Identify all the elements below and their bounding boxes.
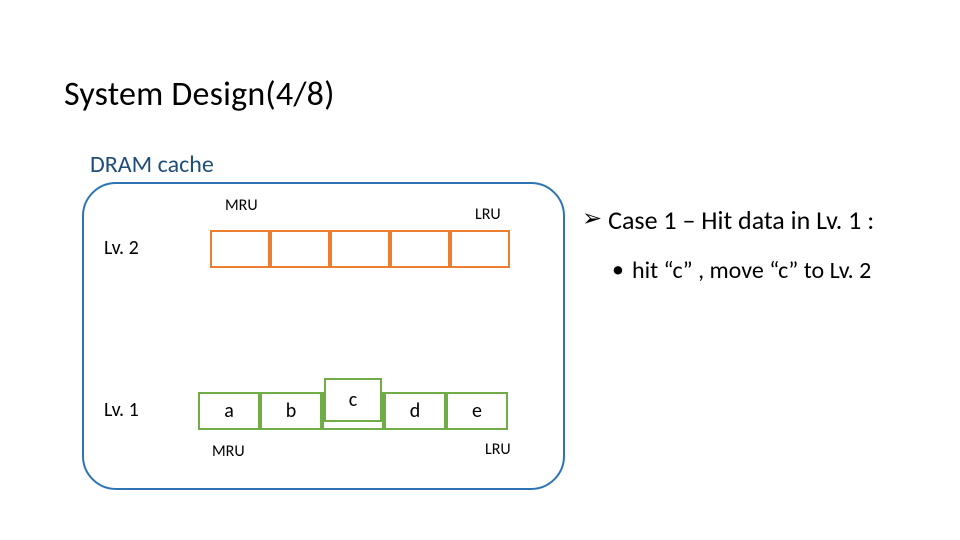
hit-text: hit “c” , move “c” to Lv. 2 [632,256,871,285]
case-line: ➢ Case 1 – Hit data in Lv. 1 : [582,204,942,236]
lv1-cell-b: b [260,392,322,430]
lv1-cell-e: e [446,392,508,430]
slide-subtitle: DRAM cache [90,150,214,179]
slide-title: System Design(4/8) [64,74,335,115]
lv1-cell-a: a [198,392,260,430]
bullet-icon: • [612,256,624,285]
lv2-cell [210,230,270,268]
lv2-cell [450,230,510,268]
lru-label-bottom: LRU [485,440,511,459]
hit-line: • hit “c” , move “c” to Lv. 2 [612,256,942,285]
level-2-label: Lv. 2 [104,236,139,260]
level-1-label: Lv. 1 [104,398,139,422]
mru-label-top: MRU [225,196,258,215]
lv2-cell [330,230,390,268]
lv1-cell-d: d [384,392,446,430]
lv2-cell [390,230,450,268]
highlighted-cell-c: c [324,378,382,422]
case-text: Case 1 – Hit data in Lv. 1 : [608,204,874,236]
lru-label-top: LRU [475,205,501,224]
arrow-icon: ➢ [582,204,602,234]
level-2-row [210,230,510,268]
mru-label-bottom: MRU [212,442,245,461]
explanation-column: ➢ Case 1 – Hit data in Lv. 1 : • hit “c”… [582,204,942,285]
slide: System Design(4/8) DRAM cache MRU LRU Lv… [0,0,960,540]
lv2-cell [270,230,330,268]
